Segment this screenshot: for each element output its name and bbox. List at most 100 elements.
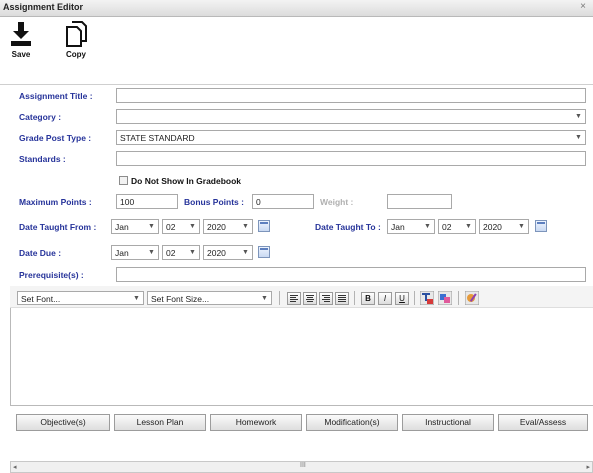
font-size-select-value: Set Font Size... xyxy=(151,294,210,304)
standards-label: Standards : xyxy=(19,154,66,164)
date-taught-from-month-select[interactable]: Jan ▼ xyxy=(111,219,159,234)
clear-format-button[interactable] xyxy=(464,290,480,306)
text-color-button[interactable] xyxy=(419,290,435,306)
toolbar-separator xyxy=(354,291,355,305)
chevron-down-icon: ▼ xyxy=(148,223,155,230)
align-right-button[interactable] xyxy=(319,292,333,305)
chevron-down-icon: ▼ xyxy=(133,295,140,302)
date-due-month-select[interactable]: Jan ▼ xyxy=(111,245,159,260)
calendar-icon[interactable] xyxy=(258,220,270,232)
grade-post-type-value: STATE STANDARD xyxy=(120,133,195,143)
window-title: Assignment Editor xyxy=(3,2,84,12)
prerequisites-label: Prerequisite(s) : xyxy=(19,270,84,280)
align-justify-icon xyxy=(338,295,346,302)
toolbar: Save Copy xyxy=(0,17,593,81)
underline-button[interactable]: U xyxy=(395,292,409,305)
font-select-value: Set Font... xyxy=(21,294,61,304)
italic-button[interactable]: I xyxy=(378,292,392,305)
align-justify-button[interactable] xyxy=(335,292,349,305)
align-center-icon xyxy=(306,295,314,302)
calendar-icon[interactable] xyxy=(258,246,270,258)
maximum-points-label: Maximum Points : xyxy=(19,197,92,207)
tab-objectives[interactable]: Objective(s) xyxy=(16,414,110,431)
tab-eval-assess[interactable]: Eval/Assess xyxy=(498,414,588,431)
save-button[interactable]: Save xyxy=(1,21,41,73)
text-color-icon xyxy=(419,290,435,306)
toolbar-separator xyxy=(279,291,280,305)
save-icon xyxy=(11,22,31,46)
toolbar-separator xyxy=(458,291,459,305)
date-due-label: Date Due : xyxy=(19,248,62,258)
do-not-show-checkbox[interactable] xyxy=(119,176,128,185)
copy-button[interactable]: Copy xyxy=(56,21,96,73)
chevron-down-icon: ▼ xyxy=(424,223,431,230)
chevron-down-icon: ▼ xyxy=(242,249,249,256)
date-taught-to-label: Date Taught To : xyxy=(315,222,381,232)
bonus-points-input[interactable]: 0 xyxy=(252,194,314,209)
grade-post-type-label: Grade Post Type : xyxy=(19,133,92,143)
date-due-day: 02 xyxy=(166,248,176,258)
tab-homework[interactable]: Homework xyxy=(210,414,302,431)
assignment-title-label: Assignment Title : xyxy=(19,91,93,101)
date-taught-to-month-select[interactable]: Jan ▼ xyxy=(387,219,435,234)
chevron-down-icon: ▼ xyxy=(189,249,196,256)
date-taught-to-year-select[interactable]: 2020 ▼ xyxy=(479,219,529,234)
date-taught-to-day-select[interactable]: 02 ▼ xyxy=(438,219,476,234)
date-taught-to-month: Jan xyxy=(391,222,405,232)
weight-label: Weight : xyxy=(320,197,354,207)
copy-label: Copy xyxy=(66,50,86,59)
tab-modifications[interactable]: Modification(s) xyxy=(306,414,398,431)
font-size-select[interactable]: Set Font Size... ▼ xyxy=(147,291,272,305)
bold-button[interactable]: B xyxy=(361,292,375,305)
background-color-button[interactable] xyxy=(437,290,453,306)
copy-icon xyxy=(66,21,87,47)
chevron-down-icon: ▼ xyxy=(242,223,249,230)
date-due-month: Jan xyxy=(115,248,129,258)
assignment-title-input[interactable] xyxy=(116,88,586,103)
date-taught-from-year: 2020 xyxy=(207,222,226,232)
date-taught-from-day-select[interactable]: 02 ▼ xyxy=(162,219,200,234)
align-left-button[interactable] xyxy=(287,292,301,305)
scroll-right-icon[interactable]: ▸ xyxy=(586,463,590,471)
standards-input[interactable] xyxy=(116,151,586,166)
date-taught-to-year: 2020 xyxy=(483,222,502,232)
horizontal-scrollbar[interactable]: ◂ III ▸ xyxy=(10,461,593,473)
close-icon[interactable]: × xyxy=(577,1,589,13)
calendar-icon[interactable] xyxy=(535,220,547,232)
maximum-points-input[interactable]: 100 xyxy=(116,194,178,209)
chevron-down-icon: ▼ xyxy=(575,113,582,120)
prerequisites-input[interactable] xyxy=(116,267,586,282)
align-center-button[interactable] xyxy=(303,292,317,305)
weight-input[interactable] xyxy=(387,194,452,209)
chevron-down-icon: ▼ xyxy=(518,223,525,230)
chevron-down-icon: ▼ xyxy=(189,223,196,230)
clear-format-icon xyxy=(464,290,480,306)
align-right-icon xyxy=(322,295,330,302)
window-titlebar: Assignment Editor × xyxy=(0,0,593,17)
toolbar-divider xyxy=(0,80,593,85)
scroll-left-icon[interactable]: ◂ xyxy=(13,463,17,471)
tab-lesson-plan[interactable]: Lesson Plan xyxy=(114,414,206,431)
do-not-show-label: Do Not Show In Gradebook xyxy=(131,176,242,186)
chevron-down-icon: ▼ xyxy=(465,223,472,230)
date-taught-from-month: Jan xyxy=(115,222,129,232)
tab-instructional[interactable]: Instructional xyxy=(402,414,494,431)
chevron-down-icon: ▼ xyxy=(148,249,155,256)
chevron-down-icon: ▼ xyxy=(575,134,582,141)
background-color-icon xyxy=(437,290,453,306)
grade-post-type-select[interactable]: STATE STANDARD ▼ xyxy=(116,130,586,145)
font-select[interactable]: Set Font... ▼ xyxy=(17,291,144,305)
date-taught-from-day: 02 xyxy=(166,222,176,232)
chevron-down-icon: ▼ xyxy=(261,295,268,302)
toolbar-separator xyxy=(414,291,415,305)
date-taught-to-day: 02 xyxy=(442,222,452,232)
category-label: Category : xyxy=(19,112,62,122)
date-due-year: 2020 xyxy=(207,248,226,258)
bonus-points-label: Bonus Points : xyxy=(184,197,244,207)
date-taught-from-year-select[interactable]: 2020 ▼ xyxy=(203,219,253,234)
category-select[interactable]: ▼ xyxy=(116,109,586,124)
save-label: Save xyxy=(11,50,31,59)
scroll-thumb-grip[interactable]: III xyxy=(300,462,306,469)
date-due-day-select[interactable]: 02 ▼ xyxy=(162,245,200,260)
date-due-year-select[interactable]: 2020 ▼ xyxy=(203,245,253,260)
